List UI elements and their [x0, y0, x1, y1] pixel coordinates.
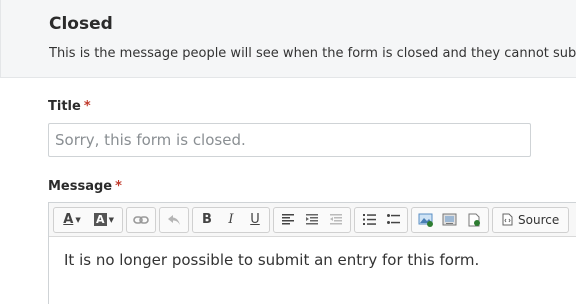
link-button[interactable] — [130, 210, 152, 230]
editor-toolbar: A ▼ A ▼ B I U Source — [49, 203, 576, 237]
text-color-letter: A — [63, 212, 74, 227]
link-group — [126, 206, 156, 233]
message-field-label: Message * — [48, 179, 122, 194]
link-icon — [133, 215, 149, 224]
required-marker: * — [83, 99, 91, 114]
format-group: B I U — [192, 206, 270, 233]
required-marker: * — [115, 179, 122, 194]
indent-button[interactable] — [301, 210, 323, 230]
source-label: Source — [518, 212, 560, 227]
message-editor: A ▼ A ▼ B I U Source It is no longer pos… — [48, 202, 576, 304]
align-group — [273, 206, 351, 233]
insert-group — [411, 206, 489, 233]
align-left-icon — [282, 214, 294, 225]
chevron-down-icon: ▼ — [75, 215, 81, 224]
undo-button[interactable] — [163, 210, 185, 230]
bullet-list-icon — [386, 214, 400, 224]
outdent-button[interactable] — [325, 210, 347, 230]
bold-button[interactable]: B — [196, 210, 218, 230]
background-color-button[interactable]: A ▼ — [89, 210, 119, 230]
insert-media-button[interactable] — [439, 210, 461, 230]
source-icon — [502, 213, 513, 226]
list-group — [354, 206, 408, 233]
bg-color-letter: A — [94, 213, 107, 226]
source-button[interactable]: Source — [496, 213, 565, 227]
chevron-down-icon: ▼ — [108, 215, 114, 224]
align-left-button[interactable] — [277, 210, 299, 230]
outdent-icon — [330, 214, 342, 225]
title-input[interactable] — [48, 123, 531, 157]
italic-button[interactable]: I — [220, 210, 242, 230]
numbered-list-icon — [362, 214, 376, 225]
bullet-list-button[interactable] — [382, 210, 404, 230]
insert-file-button[interactable] — [463, 210, 485, 230]
undo-icon — [168, 214, 180, 225]
file-icon — [468, 213, 480, 226]
title-label-text: Title — [48, 99, 81, 114]
panel-title: Closed — [49, 14, 113, 34]
underline-button[interactable]: U — [244, 210, 266, 230]
insert-image-button[interactable] — [415, 210, 437, 230]
text-color-button[interactable]: A ▼ — [57, 210, 87, 230]
color-group: A ▼ A ▼ — [53, 206, 123, 233]
undo-group — [159, 206, 189, 233]
media-icon — [442, 213, 457, 225]
panel-description: This is the message people will see when… — [49, 46, 576, 61]
indent-icon — [306, 214, 318, 225]
title-field-label: Title * — [48, 99, 91, 114]
message-label-text: Message — [48, 179, 113, 194]
message-editor-content[interactable]: It is no longer possible to submit an en… — [49, 237, 576, 283]
source-group: Source — [492, 206, 570, 233]
image-icon — [418, 213, 433, 227]
closed-panel-header: Closed This is the message people will s… — [0, 0, 576, 78]
numbered-list-button[interactable] — [358, 210, 380, 230]
